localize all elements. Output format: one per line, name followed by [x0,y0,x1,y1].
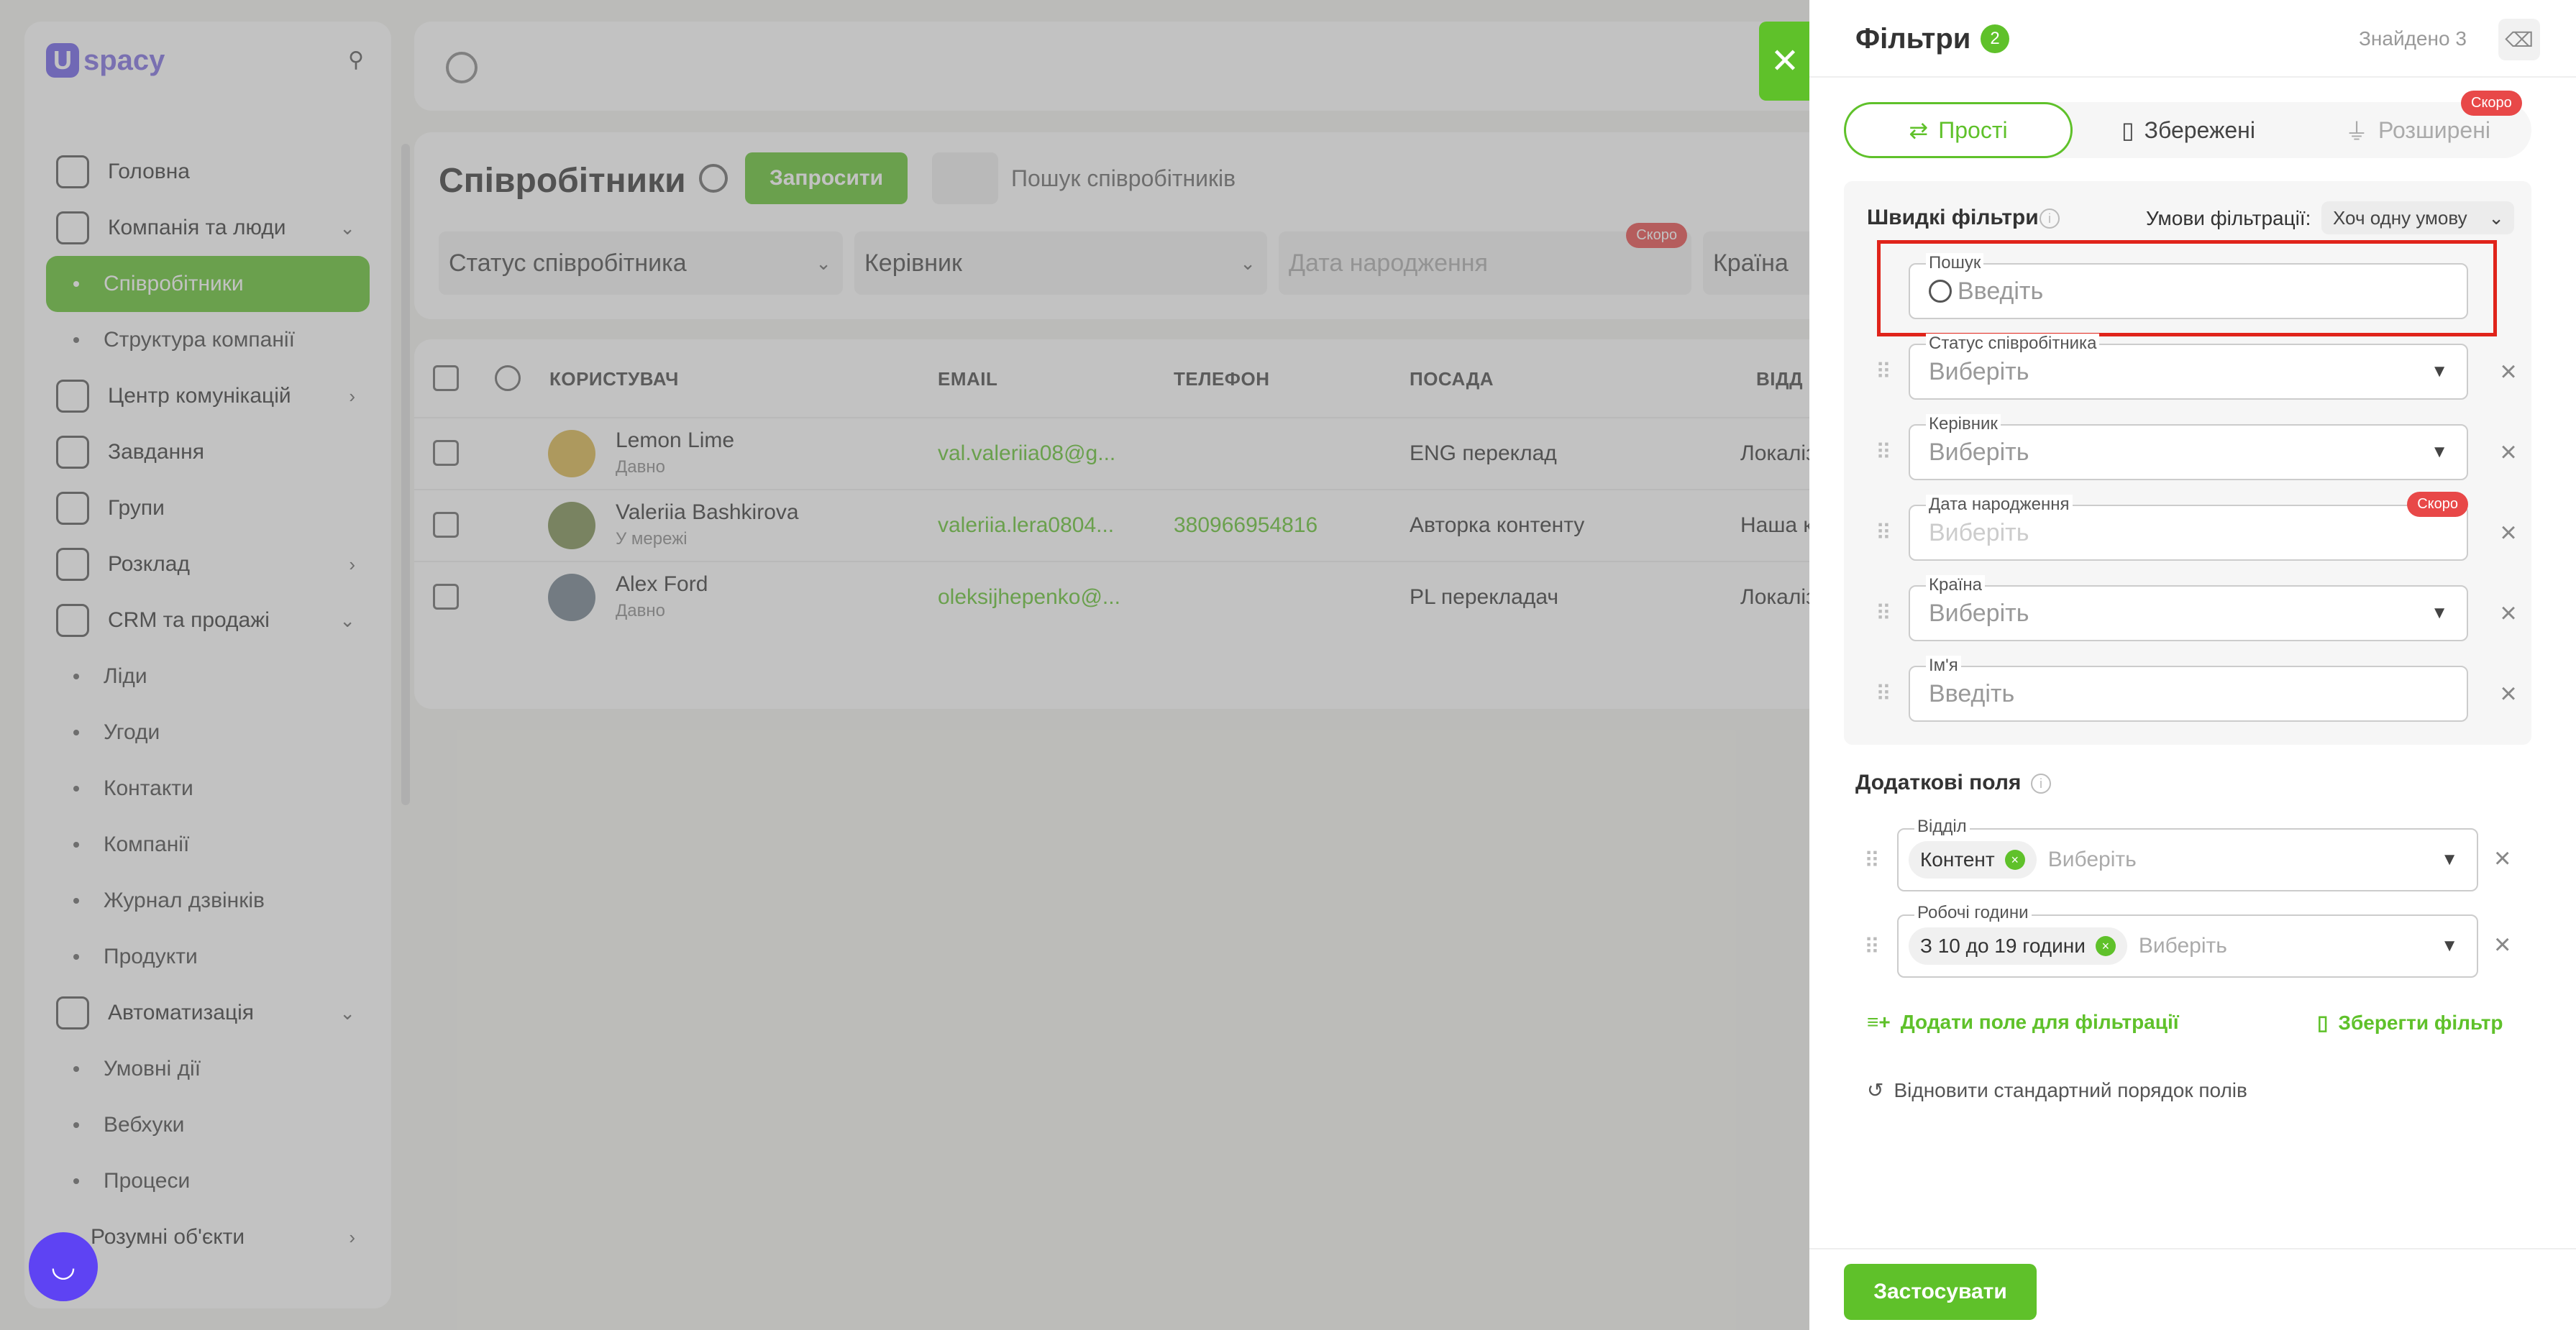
remove-field-button[interactable]: × [2494,597,2523,629]
drag-handle-icon[interactable]: ⠿ [1876,440,1891,466]
extra-fields-title: Додаткові поля [1855,771,2022,794]
remove-field-button[interactable]: × [2494,356,2523,387]
reset-field-order-button[interactable]: ↺ Відновити стандартний порядок полів [1867,1078,2247,1102]
add-list-icon: ≡+ [1867,1011,1891,1033]
save-filter-label: Зберегти фільтр [2338,1011,2503,1034]
chip-remove-icon[interactable]: × [2004,850,2025,870]
add-filter-field-button[interactable]: ≡+ Додати поле для фільтрації [1867,1011,2179,1034]
field-label: Робочі години [1914,903,2032,923]
info-icon[interactable]: i [2040,208,2060,229]
quick-filters-section: Швидкі фільтри i Умови фільтрації: Хоч о… [1844,181,2531,745]
select-placeholder: Виберіть [1929,518,2029,546]
active-filters-count-badge: 2 [1981,24,2009,53]
tab-label: Збережені [2144,116,2255,143]
tab-label: Прості [1938,116,2008,143]
filter-conditions-select[interactable]: Хоч одну умову ⌄ [2321,201,2514,234]
status-select[interactable]: Статус співробітника Виберіть ▼ [1909,334,2468,400]
remove-field-button[interactable]: × [2494,517,2523,549]
manager-select[interactable]: Керівник Виберіть ▼ [1909,414,2468,480]
soon-badge: Скоро [2461,91,2522,116]
caret-down-icon: ▼ [2431,603,2448,623]
add-field-label: Додати поле для фільтрації [1900,1011,2179,1033]
select-placeholder: Виберіть [1929,599,2029,627]
tab-saved[interactable]: ▯ Збережені [2074,102,2303,158]
reset-label: Відновити стандартний порядок полів [1894,1078,2247,1101]
info-icon[interactable]: i [2031,774,2051,794]
drag-handle-icon[interactable]: ⠿ [1876,520,1891,546]
drag-handle-icon[interactable]: ⠿ [1876,601,1891,627]
drag-handle-icon[interactable]: ⠿ [1864,935,1880,960]
birthdate-select[interactable]: Дата народження Виберіть Скоро [1909,492,2468,561]
input-placeholder: Введіть [1929,679,2015,707]
remove-field-button[interactable]: × [2494,843,2511,875]
field-label: Ім'я [1926,656,1961,676]
remove-field-button[interactable]: × [2494,436,2523,468]
selected-chip: Контент × [1909,841,2037,879]
filters-drawer: Фільтри 2 Знайдено 3 ⌫ ⇄ Прості ▯ Збережен… [1809,0,2576,1330]
name-input[interactable]: Ім'я Введіть [1909,656,2468,722]
close-drawer-button[interactable]: ✕ [1759,22,1811,101]
save-filter-button[interactable]: ▯ Зберегти фільтр [2317,1011,2503,1035]
drawer-title: Фільтри [1855,23,1971,55]
quick-filters-title: Швидкі фільтри [1867,206,2039,229]
remove-field-button[interactable]: × [2494,929,2511,961]
department-select[interactable]: Відділ Контент × Виберіть ▼ [1897,817,2478,891]
funnel-icon: ⏚ [2345,119,2369,145]
soon-badge: Скоро [2407,492,2468,517]
caret-down-icon: ▼ [2431,362,2448,381]
field-label: Керівник [1926,414,2001,434]
selected-chip: З 10 до 19 години × [1909,927,2127,965]
selected-value: Хоч одну умову [2333,206,2467,229]
chevron-down-icon: ⌄ [2488,206,2504,229]
field-label: Дата народження [1926,495,2073,515]
select-placeholder: Виберіть [2047,848,2137,871]
caret-down-icon: ▼ [2441,936,2458,955]
tab-label: Розширені [2378,116,2490,143]
search-field[interactable]: Пошук Введіть [1909,253,2468,319]
field-label: Відділ [1914,817,1970,837]
drag-handle-icon[interactable]: ⠿ [1864,848,1880,873]
filter-tabs: ⇄ Прості ▯ Збережені ⏚ Розширені [1844,102,2531,158]
close-icon: ✕ [1770,42,1800,81]
select-placeholder: Виберіть [1929,438,2029,466]
field-label: Статус співробітника [1926,334,2100,354]
search-placeholder: Введіть [1958,277,2044,305]
field-label: Країна [1926,575,1985,595]
caret-down-icon: ▼ [2431,442,2448,462]
chat-support-button[interactable]: ◡ [29,1232,98,1301]
chip-label: З 10 до 19 години [1920,935,2086,957]
apply-button[interactable]: Застосувати [1844,1264,2037,1320]
bookmark-icon: ▯ [2121,117,2134,143]
drag-handle-icon[interactable]: ⠿ [1876,359,1891,385]
select-placeholder: Виберіть [1929,357,2029,385]
bookmark-icon: ▯ [2317,1012,2329,1034]
sliders-icon: ⇄ [1909,117,1929,143]
remove-field-button[interactable]: × [2494,678,2523,710]
working-hours-select[interactable]: Робочі години З 10 до 19 години × Виберіт… [1897,903,2478,978]
chip-label: Контент [1920,848,1995,871]
drawer-footer: Застосувати [1809,1248,2576,1330]
select-placeholder: Виберіть [2138,934,2227,958]
country-select[interactable]: Країна Виберіть ▼ [1909,575,2468,641]
eraser-icon[interactable]: ⌫ [2498,19,2540,60]
results-found-text: Знайдено 3 [2359,27,2467,50]
chip-remove-icon[interactable]: × [2095,936,2116,956]
reset-icon: ↺ [1867,1079,1884,1101]
caret-down-icon: ▼ [2441,850,2458,869]
search-icon [1929,280,1952,303]
drag-handle-icon[interactable]: ⠿ [1876,682,1891,707]
drawer-header: Фільтри 2 Знайдено 3 ⌫ [1809,0,2576,78]
field-label: Пошук [1926,253,1984,273]
filter-conditions-label: Умови фільтрації: [2146,207,2311,229]
tab-simple[interactable]: ⇄ Прості [1844,102,2073,158]
